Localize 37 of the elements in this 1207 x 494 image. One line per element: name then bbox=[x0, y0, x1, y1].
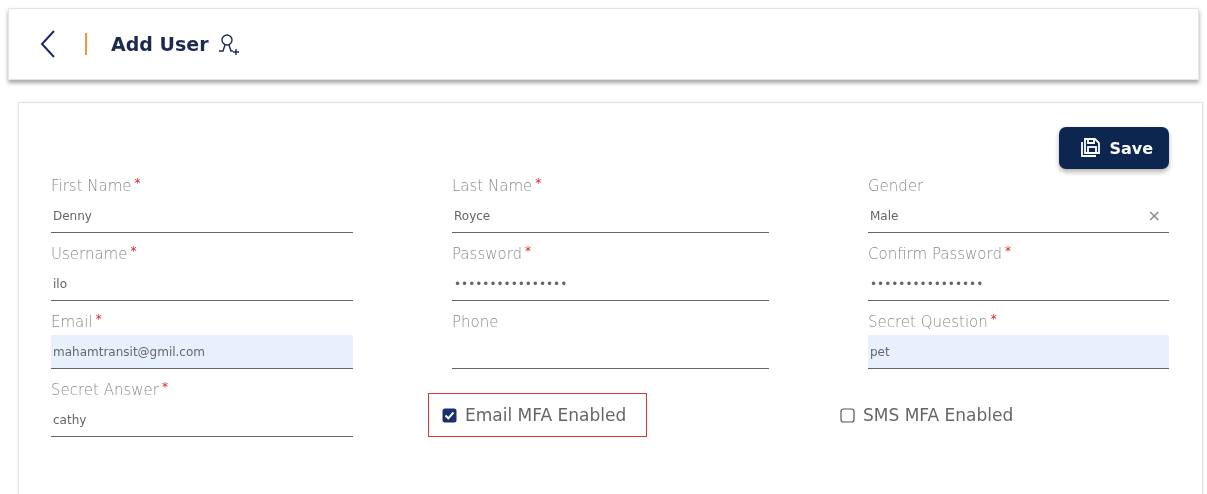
input-field[interactable]: •••••••••••••••• bbox=[452, 267, 769, 301]
select-field[interactable]: Male × bbox=[868, 199, 1169, 233]
required-mark: * bbox=[95, 313, 102, 325]
required-mark: * bbox=[134, 177, 141, 189]
checkbox[interactable] bbox=[840, 407, 855, 423]
field-label: Last Name bbox=[452, 177, 533, 195]
page-title: Add User bbox=[111, 33, 209, 55]
clear-icon[interactable]: × bbox=[1147, 206, 1161, 225]
field-label: Secret Question bbox=[868, 313, 988, 331]
back-icon[interactable] bbox=[39, 29, 57, 59]
input-field[interactable]: mahamtransit@gmil.com bbox=[51, 335, 353, 369]
required-mark: * bbox=[130, 245, 137, 257]
input-field[interactable]: Royce bbox=[452, 199, 769, 233]
input-field[interactable]: Denny bbox=[51, 199, 353, 233]
input-field[interactable]: pet bbox=[868, 335, 1169, 369]
field-label: Confirm Password bbox=[868, 245, 1002, 263]
required-mark: * bbox=[525, 245, 532, 257]
required-mark: * bbox=[535, 177, 542, 189]
save-icon bbox=[1079, 137, 1102, 159]
checkbox-option[interactable]: SMS MFA Enabled bbox=[826, 393, 1035, 437]
input-field[interactable]: cathy bbox=[51, 403, 353, 437]
field-label: Secret Answer bbox=[51, 381, 159, 399]
field-label: Password bbox=[452, 245, 523, 263]
field-label: Username bbox=[51, 245, 128, 263]
input-field[interactable]: •••••••••••••••• bbox=[868, 267, 1169, 301]
required-mark: * bbox=[161, 381, 168, 393]
input-field[interactable]: ilo bbox=[51, 267, 353, 301]
field-label: Gender bbox=[868, 177, 924, 195]
checkbox-option[interactable]: Email MFA Enabled bbox=[428, 393, 648, 437]
required-mark: * bbox=[1004, 245, 1011, 257]
field-label: First Name bbox=[51, 177, 132, 195]
save-button[interactable]: Save bbox=[1059, 127, 1169, 169]
checkbox[interactable] bbox=[442, 407, 457, 423]
add-user-icon bbox=[216, 32, 241, 56]
required-mark: * bbox=[990, 313, 997, 325]
field-label: Phone bbox=[452, 313, 499, 331]
field-label: Email bbox=[51, 313, 93, 331]
